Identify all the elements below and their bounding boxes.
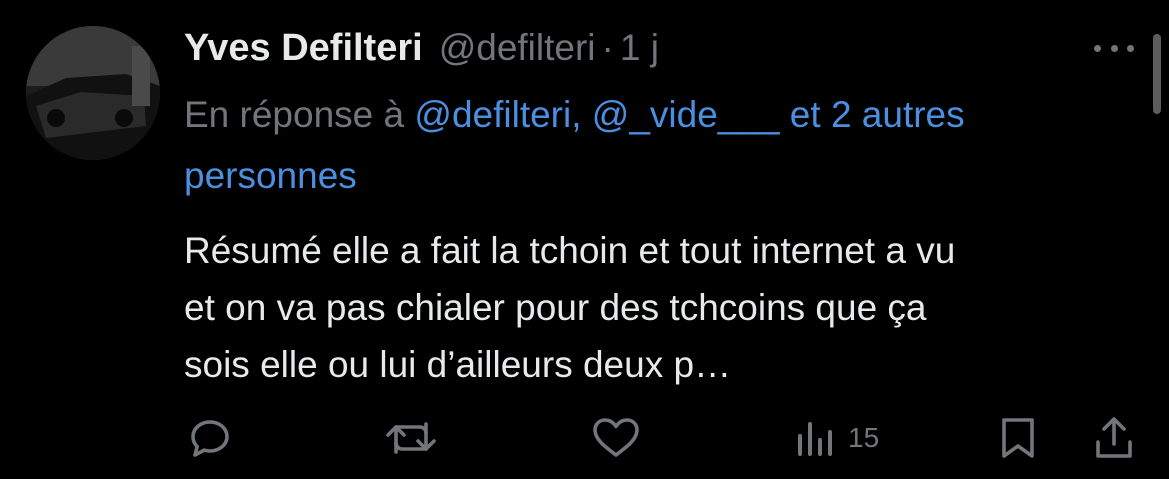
separator-dot: · — [601, 27, 614, 68]
timestamp[interactable]: 1 j — [620, 27, 659, 69]
user-handle[interactable]: @defilteri — [439, 27, 596, 69]
bookmark-icon — [1002, 418, 1034, 458]
action-bar: 15 — [0, 410, 1169, 466]
views-icon — [798, 422, 832, 456]
tweet-header: Yves Defilteri @defilteri · 1 j — [184, 24, 659, 72]
share-icon — [1096, 417, 1132, 458]
more-dot — [1127, 44, 1134, 52]
reply-icon — [191, 420, 229, 457]
bookmark-button[interactable] — [998, 410, 1038, 466]
heart-icon — [593, 418, 639, 457]
avatar[interactable] — [26, 26, 160, 160]
reply-prefix: En réponse à — [184, 94, 415, 135]
tweet-text: Résumé elle a fait la tchoin et tout int… — [184, 230, 956, 385]
scrollbar[interactable] — [1153, 34, 1161, 114]
like-button[interactable] — [590, 410, 642, 466]
views-count: 15 — [848, 422, 880, 453]
more-dot — [1094, 44, 1101, 52]
retweet-icon — [386, 422, 436, 454]
tweet[interactable]: Yves Defilteri @defilteri · 1 j En répon… — [0, 0, 1169, 479]
views-button[interactable]: 15 — [794, 410, 879, 466]
reply-context: En réponse à @defilteri, @_vide___ et 2 … — [184, 84, 1124, 206]
display-name[interactable]: Yves Defilteri — [184, 27, 423, 70]
more-dot — [1110, 44, 1118, 52]
share-button[interactable] — [1092, 410, 1136, 466]
reply-button[interactable] — [186, 410, 234, 466]
more-icon[interactable] — [1094, 36, 1134, 60]
retweet-button[interactable] — [384, 410, 438, 466]
